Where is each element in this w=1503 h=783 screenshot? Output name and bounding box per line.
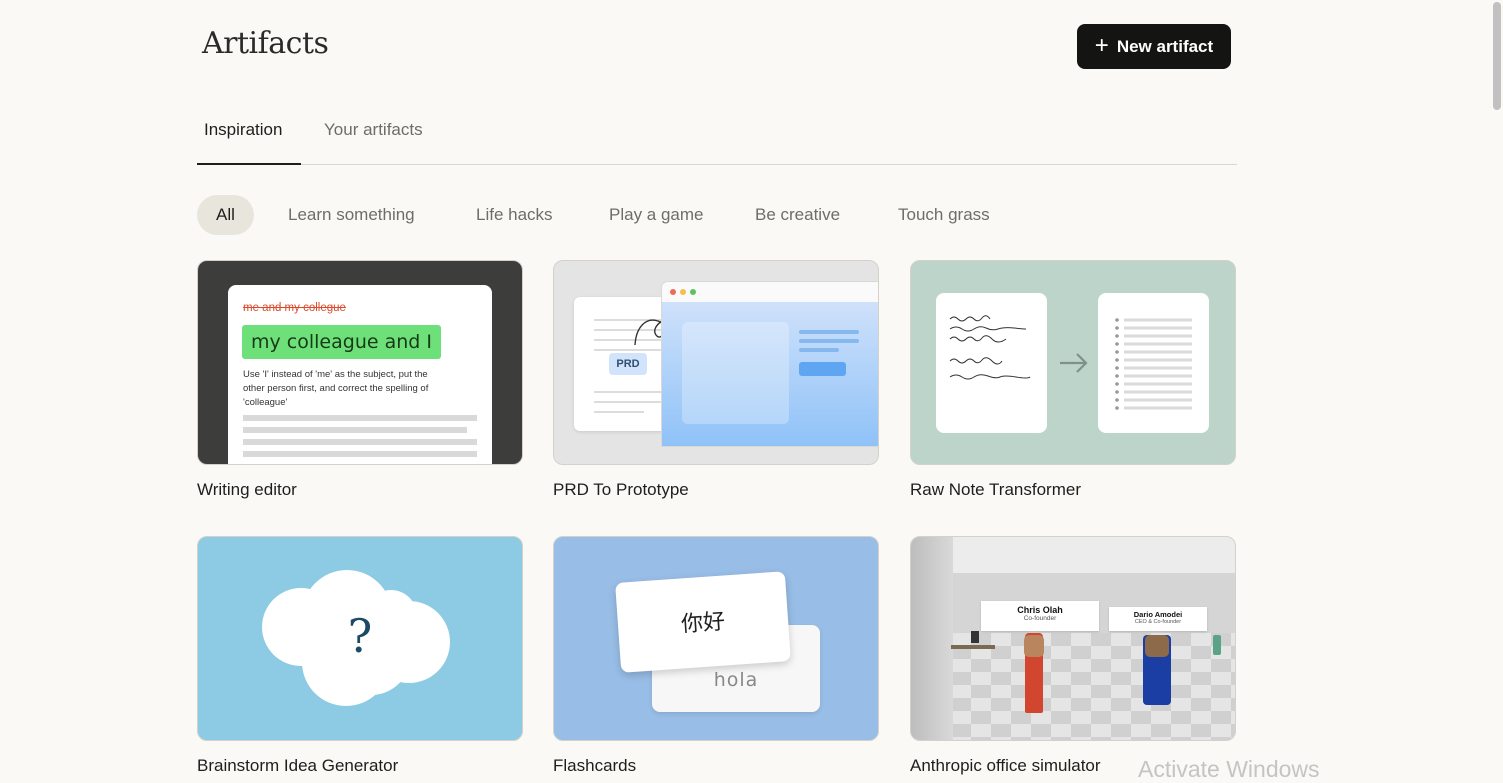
- card-prd-to-prototype[interactable]: PRD PRD To Prototype: [553, 260, 879, 499]
- desk-icon: [951, 645, 995, 649]
- messy-note: [936, 293, 1047, 433]
- card-flashcards[interactable]: hola 你好 Flashcards: [553, 536, 879, 775]
- card-raw-note-transformer[interactable]: Raw Note Transformer: [910, 260, 1236, 499]
- plus-icon: +: [1094, 31, 1109, 59]
- question-mark-glyph: ?: [347, 609, 373, 663]
- filter-all[interactable]: All: [197, 195, 254, 235]
- office-simulator-preview: Chris Olah Co-founder Dario Amodei CEO &…: [910, 536, 1236, 741]
- doc-line: [594, 349, 664, 351]
- prototype-line: [799, 339, 859, 343]
- filter-be-creative[interactable]: Be creative: [755, 195, 840, 235]
- prototype-line: [799, 330, 859, 334]
- prototype-button: [799, 362, 846, 376]
- clean-note: [1098, 293, 1209, 433]
- avatar-head: [1145, 635, 1169, 657]
- note-line: other person first, and correct the spel…: [243, 383, 429, 394]
- card-title: Anthropic office simulator: [910, 756, 1101, 775]
- new-artifact-label: New artifact: [1116, 36, 1214, 56]
- card-title: PRD To Prototype: [553, 480, 689, 499]
- sign-name: Dario Amodei: [1133, 610, 1183, 619]
- prototype-canvas: [662, 302, 878, 446]
- filter-learn-something[interactable]: Learn something: [288, 195, 415, 235]
- tab-bar: Inspiration Your artifacts: [197, 112, 1237, 165]
- sign-role: Co-founder: [1023, 615, 1057, 622]
- card-title: Brainstorm Idea Generator: [197, 756, 399, 775]
- brainstorm-preview: ?: [197, 536, 523, 741]
- placeholder-line: [243, 451, 477, 457]
- card-anthropic-office-simulator[interactable]: Chris Olah Co-founder Dario Amodei CEO &…: [910, 536, 1236, 775]
- card-title: Raw Note Transformer: [910, 480, 1081, 499]
- browser-titlebar: [662, 282, 878, 302]
- note-line: 'colleague': [243, 397, 288, 408]
- active-tab-indicator: [197, 163, 301, 165]
- name-sign-1: Chris Olah Co-founder: [981, 601, 1099, 631]
- avatar-head: [1024, 635, 1044, 657]
- prototype-line: [799, 348, 839, 352]
- tab-your-artifacts[interactable]: Your artifacts: [324, 120, 423, 140]
- office-floor: [911, 633, 1235, 740]
- new-artifact-button[interactable]: + New artifact: [1077, 24, 1231, 69]
- browser-window: [661, 281, 878, 447]
- placeholder-line: [243, 439, 477, 445]
- document-sheet: me and my collegue my colleague and I Us…: [228, 285, 492, 464]
- prd-badge: PRD: [609, 353, 647, 375]
- tab-inspiration[interactable]: Inspiration: [204, 120, 282, 140]
- flashcard-front-text: 你好: [680, 609, 726, 638]
- sign-role: CEO & Co-founder: [1134, 619, 1182, 625]
- struck-text: me and my collegue: [243, 302, 346, 314]
- placeholder-line: [243, 415, 477, 421]
- note-line: Use 'I' instead of 'me' as the subject, …: [243, 369, 428, 380]
- flashcards-preview: hola 你好: [553, 536, 879, 741]
- doc-line: [594, 411, 644, 413]
- filter-touch-grass[interactable]: Touch grass: [898, 195, 990, 235]
- bullet-list-icon: [1115, 318, 1192, 410]
- arrow-right-icon: [1060, 353, 1088, 373]
- monitor-icon: [971, 631, 979, 643]
- maximize-dot-icon: [690, 289, 696, 295]
- card-title: Flashcards: [553, 756, 637, 775]
- scribble-icon: [949, 315, 1031, 380]
- filter-play-a-game[interactable]: Play a game: [609, 195, 704, 235]
- prd-preview: PRD: [553, 260, 879, 465]
- card-title: Writing editor: [197, 480, 297, 499]
- doc-line: [594, 401, 664, 403]
- avatar-distant: [1213, 635, 1221, 655]
- flashcard-front: 你好: [615, 571, 791, 673]
- sign-name: Chris Olah: [1017, 605, 1063, 615]
- office-ceiling: [911, 537, 1235, 573]
- page-title: Artifacts: [202, 26, 329, 61]
- vertical-scrollbar[interactable]: [1493, 2, 1501, 110]
- card-writing-editor[interactable]: me and my collegue my colleague and I Us…: [197, 260, 523, 499]
- close-dot-icon: [670, 289, 676, 295]
- filter-life-hacks[interactable]: Life hacks: [476, 195, 553, 235]
- prototype-panel: [682, 322, 789, 424]
- flashcard-back-text: hola: [713, 669, 759, 691]
- writing-editor-preview: me and my collegue my colleague and I Us…: [197, 260, 523, 465]
- correction-note: Use 'I' instead of 'me' as the subject, …: [243, 368, 428, 410]
- doc-line: [594, 391, 664, 393]
- name-sign-2: Dario Amodei CEO & Co-founder: [1109, 607, 1207, 631]
- activate-windows-watermark: Activate Windows: [1138, 756, 1320, 782]
- corrected-text: my colleague and I: [242, 325, 441, 359]
- raw-note-preview: [910, 260, 1236, 465]
- placeholder-line: [243, 427, 467, 433]
- office-left-wall: [911, 537, 953, 740]
- minimize-dot-icon: [680, 289, 686, 295]
- card-brainstorm-idea-generator[interactable]: ? Brainstorm Idea Generator: [197, 536, 523, 775]
